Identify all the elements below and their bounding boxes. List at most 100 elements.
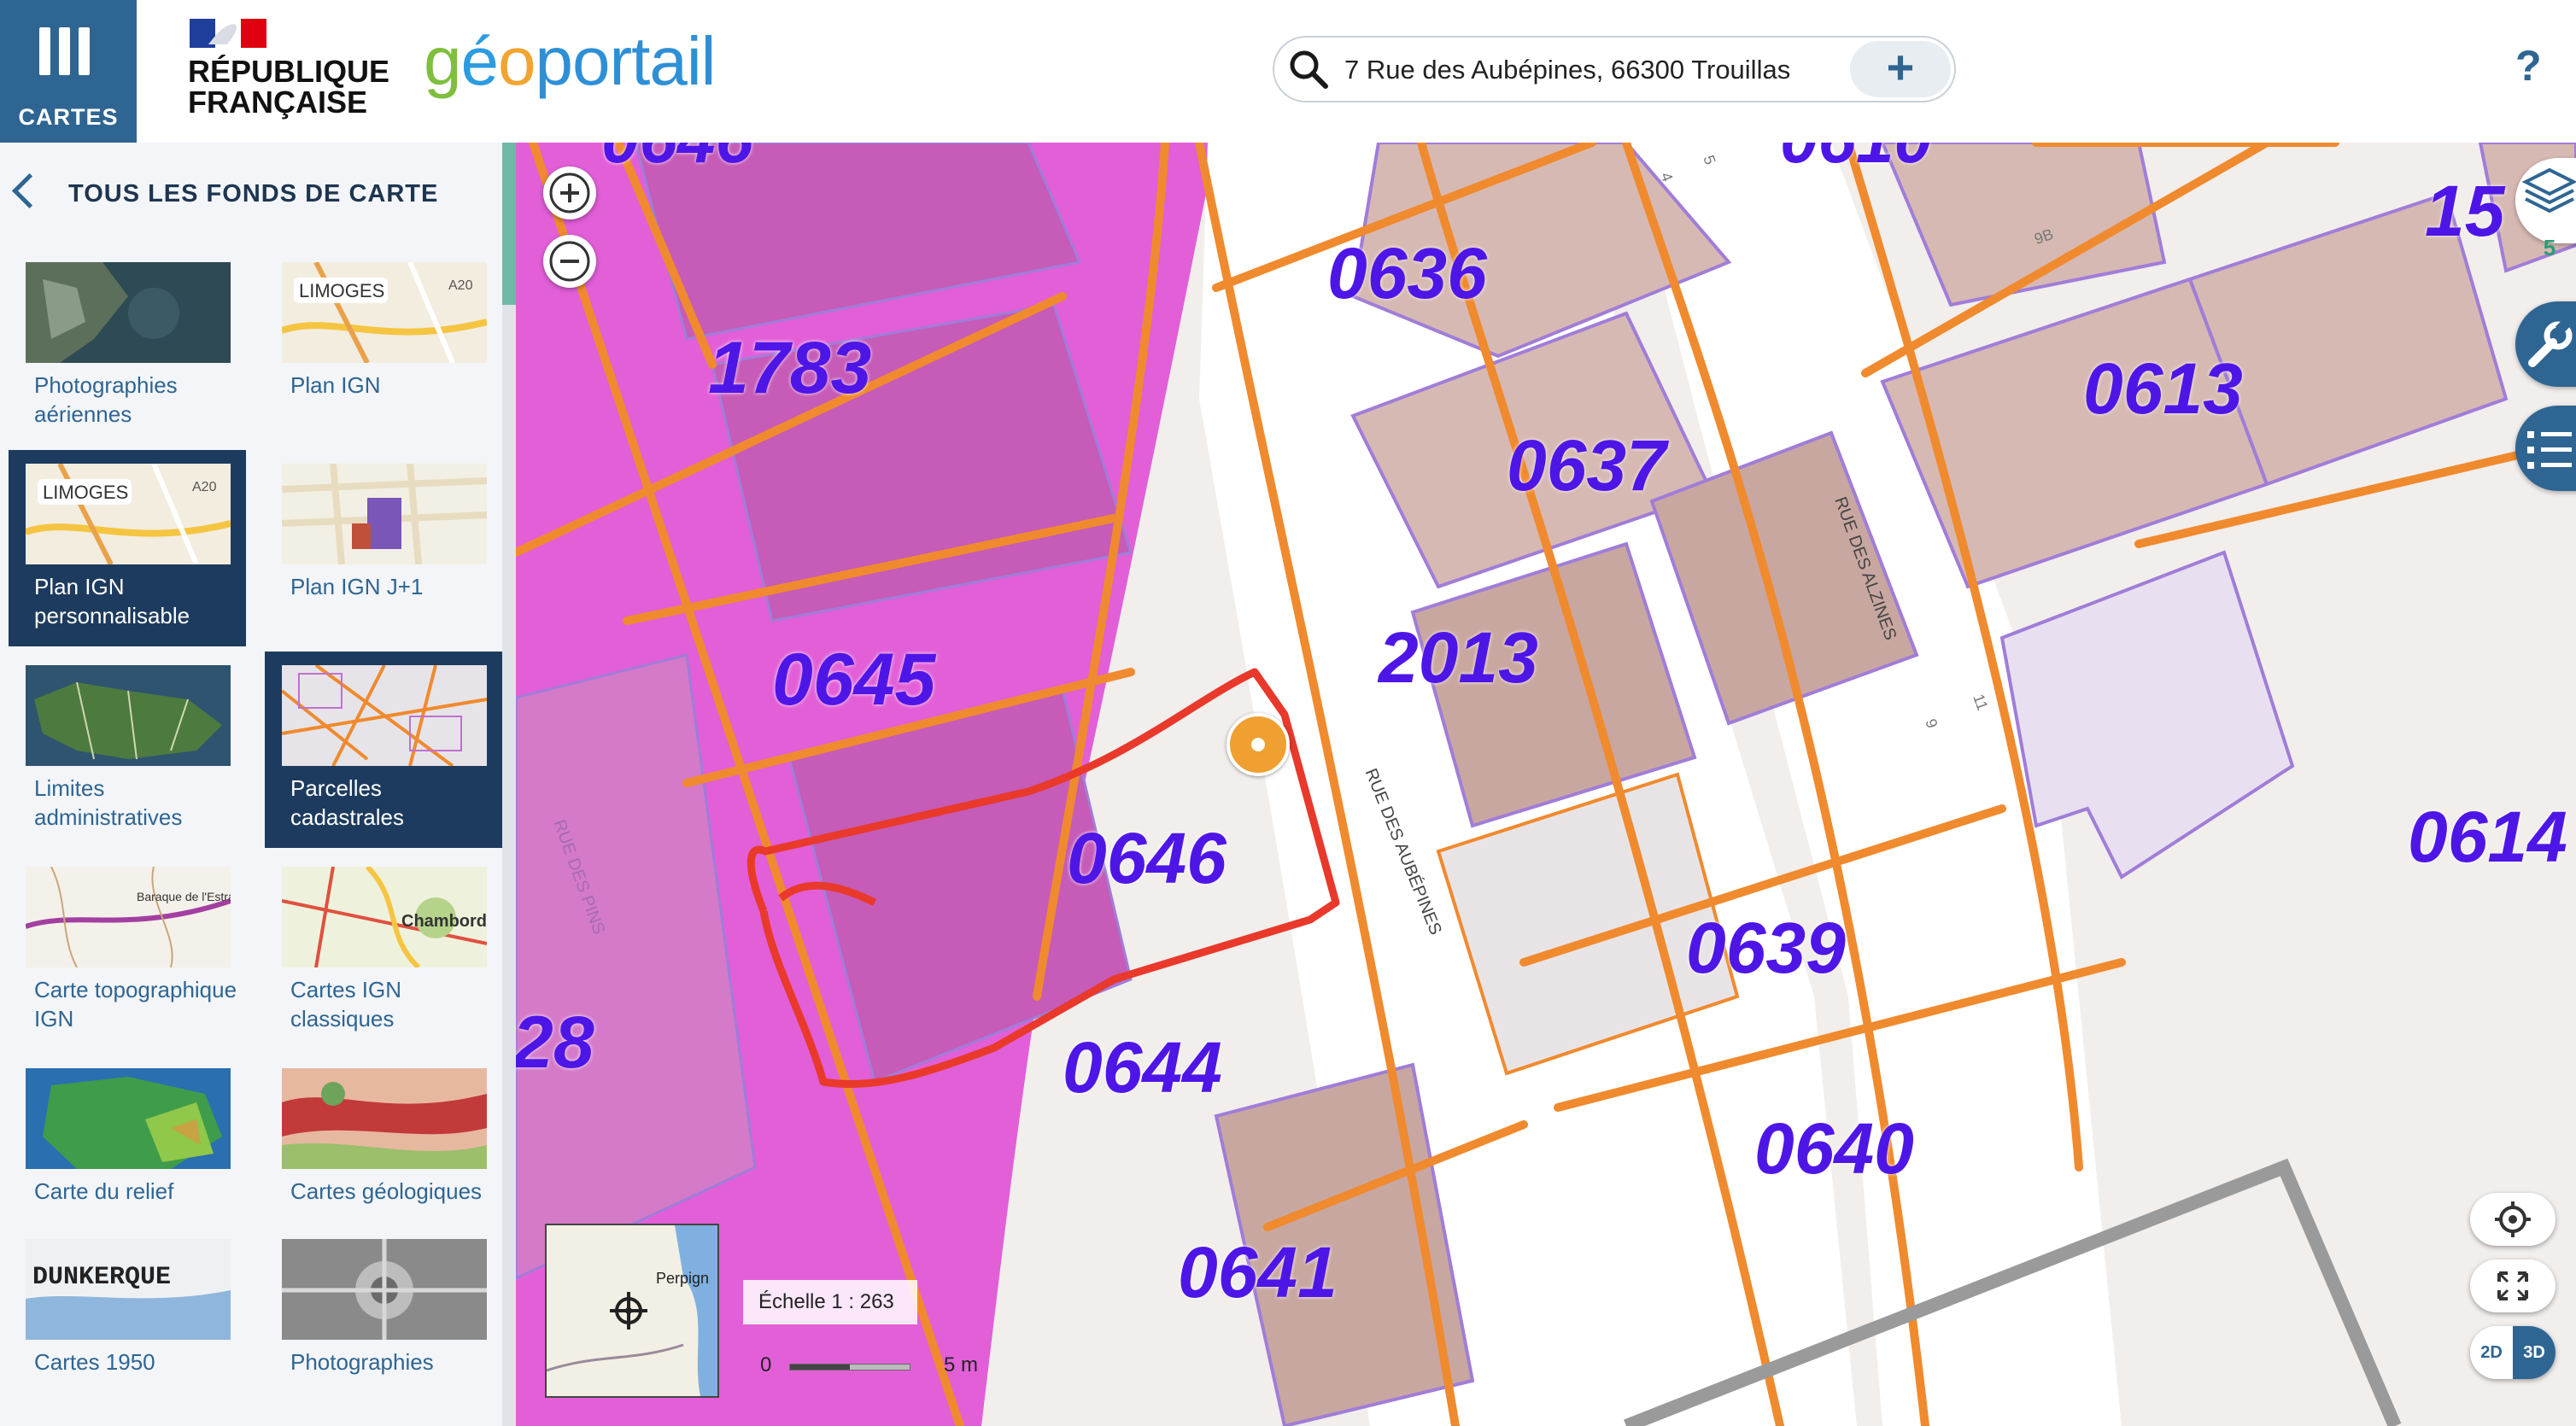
a20-label: A20 [448, 278, 473, 293]
top-header: CARTES RÉPUBLIQUE FRANÇAISE géoportail +… [0, 0, 2576, 143]
minimap-city-label: Perpign [656, 1270, 710, 1287]
parcel-label-0637: 0637 [1507, 425, 1666, 506]
geoportail-logo[interactable]: géoportail [424, 19, 717, 104]
tile-label: Plan IGN J+1 [290, 574, 424, 599]
basemap-tile-plan-ign-j1[interactable]: Plan IGN J+1 [265, 450, 502, 646]
topo-thumbnail: Baraque de l'Estrade [26, 867, 231, 967]
search-icon[interactable] [1286, 47, 1331, 91]
parcel-label-0641: 0641 [1178, 1232, 1338, 1312]
layers-icon [2521, 167, 2576, 213]
scale-zero: 0 [760, 1353, 772, 1376]
limites-admin-thumbnail [26, 665, 231, 766]
parcel-label-1783: 1783 [708, 327, 872, 409]
tile-label: Plan IGN [290, 372, 381, 398]
geologie-thumbnail [282, 1068, 487, 1169]
baraque-label: Baraque de l'Estrade [137, 890, 231, 903]
fullscreen-button[interactable] [2470, 1259, 2556, 1312]
legend-button[interactable] [2515, 406, 2576, 491]
cartes-1950-thumbnail: DUNKERQUE [26, 1239, 231, 1340]
tile-label: Cartes géologiques [290, 1178, 483, 1204]
layers-count: 5 [2543, 235, 2556, 260]
basemap-tile-carte-du-relief[interactable]: Carte du relief [9, 1055, 246, 1251]
toggle-2d[interactable]: 2D [2470, 1326, 2513, 1379]
relief-thumbnail [26, 1068, 231, 1169]
target-icon [2495, 1201, 2531, 1237]
cartes-menu-button[interactable]: CARTES [0, 0, 137, 143]
tools-button[interactable] [2515, 301, 2576, 387]
search-bar: + [1273, 36, 1956, 102]
parcel-label-0610: 0610 [1780, 143, 1932, 178]
back-chevron-icon[interactable] [11, 172, 48, 209]
overview-minimap[interactable]: Perpign [545, 1224, 719, 1398]
parcel-label-0646: 0646 [1067, 818, 1227, 898]
basemap-tile-limites-administratives[interactable]: Limites administratives [9, 652, 246, 848]
minus-icon [549, 241, 590, 282]
menu-bars-icon [39, 27, 91, 75]
fullscreen-icon [2497, 1271, 2528, 1300]
plan-ign-thumbnail: LIMOGES A20 [282, 262, 487, 363]
tile-label: Carte du relief [34, 1178, 174, 1204]
basemap-tile-cartes-1950[interactable]: DUNKERQUE Cartes 1950 [9, 1225, 246, 1422]
parcel-label-0614: 0614 [2408, 797, 2567, 877]
cartes-label: CARTES [18, 104, 119, 130]
parcel-label-15: 15 [2425, 171, 2505, 251]
parcel-label-0640: 0640 [1754, 1108, 1914, 1189]
plan-ign-perso-thumbnail: LIMOGES A20 [26, 464, 231, 564]
wrench-icon [2528, 318, 2573, 367]
brand-part-2: é [460, 23, 499, 99]
parcel-label-28: 28 [516, 1002, 594, 1084]
basemap-tile-plan-ign-personnalisable[interactable]: LIMOGES A20 Plan IGN personnalisable [9, 450, 246, 646]
tile-label: Limites administratives [34, 775, 183, 830]
basemap-tile-carte-topographique[interactable]: Baraque de l'Estrade Carte topographique… [9, 853, 246, 1049]
basemap-tile-parcelles-cadastrales[interactable]: Parcelles cadastrales [265, 652, 502, 848]
location-marker[interactable] [1227, 713, 1290, 776]
basemap-tile-photographies-aeriennes[interactable]: Photographies aériennes [9, 248, 246, 445]
zoom-out-button[interactable] [543, 235, 596, 288]
map-canvas[interactable]: 0646 0636 1783 0637 0613 2013 0645 0646 … [516, 143, 2576, 1426]
tile-label: Carte topographique IGN [34, 977, 237, 1032]
a20-label: A20 [192, 480, 217, 494]
parcelles-thumbnail [282, 665, 487, 766]
parcel-label-0645: 0645 [772, 639, 936, 721]
aerial-photo-thumbnail [26, 262, 231, 363]
limoges-label: LIMOGES [299, 280, 384, 301]
tile-label: Cartes IGN classiques [290, 977, 402, 1032]
brand-part-1: g [424, 23, 461, 99]
parcel-label-0639: 0639 [1686, 908, 1846, 988]
parcel-label-0636: 0636 [1327, 233, 1487, 313]
marker-center-dot [1251, 738, 1265, 751]
plan-ign-j1-thumbnail [282, 464, 487, 564]
scale-line [789, 1364, 910, 1370]
dunkerque-label: DUNKERQUE [32, 1263, 171, 1292]
parcel-label-0646-top: 0646 [601, 143, 753, 178]
plus-icon [549, 172, 590, 213]
zoom-in-button[interactable] [543, 167, 596, 219]
basemap-tile-plan-ign[interactable]: LIMOGES A20 Plan IGN [265, 248, 502, 445]
limoges-label: LIMOGES [43, 482, 128, 503]
view-mode-toggle[interactable]: 2D 3D [2470, 1326, 2556, 1379]
brand-part-4: portail [535, 23, 717, 99]
republique-francaise-text: RÉPUBLIQUE FRANÇAISE [188, 56, 410, 118]
sidebar-header[interactable]: TOUS LES FONDS DE CARTE [0, 168, 504, 228]
basemap-tile-cartes-geologiques[interactable]: Cartes géologiques [265, 1055, 502, 1251]
republique-line1: RÉPUBLIQUE [188, 54, 390, 89]
basemap-tile-photographies-anciennes[interactable]: Photographies [265, 1225, 502, 1422]
scale-text-box: Échelle 1 : 263 [743, 1280, 917, 1324]
list-icon [2527, 431, 2572, 469]
help-button[interactable]: ? [2515, 41, 2542, 91]
toggle-3d[interactable]: 3D [2513, 1326, 2556, 1379]
scrollbar-thumb[interactable] [502, 143, 516, 305]
basemap-tile-cartes-ign-classiques[interactable]: Chambord Cartes IGN classiques [265, 853, 502, 1049]
photo-ancienne-thumbnail [282, 1239, 487, 1340]
chambord-label: Chambord [401, 912, 487, 931]
sidebar-title: TOUS LES FONDS DE CARTE [68, 180, 439, 207]
search-input[interactable] [1343, 48, 1833, 92]
tile-label: Parcelles cadastrales [290, 775, 404, 830]
search-add-button[interactable]: + [1850, 41, 1951, 97]
tile-label: Photographies aériennes [34, 372, 178, 427]
parcel-label-2013: 2013 [1379, 617, 1538, 698]
tile-label: Photographies [290, 1349, 434, 1375]
cartes-classiques-thumbnail: Chambord [282, 867, 487, 967]
geolocate-button[interactable] [2470, 1193, 2556, 1246]
sidebar-scrollbar[interactable] [502, 143, 516, 1426]
